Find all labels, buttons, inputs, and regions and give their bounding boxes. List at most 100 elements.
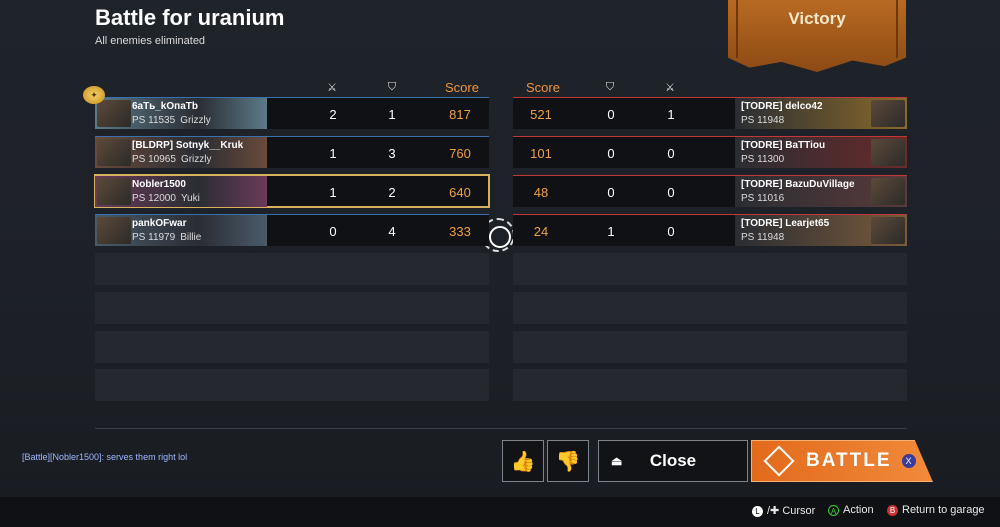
battle-title: Battle for uranium bbox=[95, 5, 285, 30]
player-ps: PS 11300 bbox=[741, 154, 785, 165]
return-hint[interactable]: B Return to garage bbox=[887, 504, 985, 516]
chat-message: [Battle][Nobler1500]: serves them right … bbox=[22, 452, 188, 462]
divider bbox=[95, 428, 907, 429]
battle-label: BATTLE bbox=[806, 450, 892, 471]
empty-row bbox=[95, 331, 489, 363]
kills-value: 1 bbox=[607, 224, 615, 239]
score-header: Score bbox=[445, 80, 479, 95]
player-avatar bbox=[871, 217, 905, 244]
b-button-icon: B bbox=[887, 504, 898, 516]
battle-results-screen: Battle for uranium All enemies eliminate… bbox=[0, 0, 1000, 527]
player-avatar bbox=[871, 100, 905, 127]
score-value: 333 bbox=[449, 224, 471, 239]
player-row[interactable]: Nobler1500 PS 12000 Yuki 1 2 640 bbox=[94, 174, 490, 208]
score-value: 48 bbox=[533, 185, 549, 200]
player-row[interactable]: ✦ 6аТь_kОпаТb PS 11535 Grizzly 2 1 817 bbox=[83, 86, 489, 129]
player-info: PS 11948 bbox=[741, 232, 784, 243]
player-info: PS 11300 bbox=[741, 154, 784, 165]
score-value: 24 bbox=[533, 224, 549, 239]
shield-icon: ⛉ bbox=[605, 81, 615, 93]
empty-row bbox=[513, 331, 907, 363]
x-button-icon: X bbox=[901, 454, 916, 468]
assists-value: 2 bbox=[388, 185, 396, 200]
kills-value: 1 bbox=[329, 185, 337, 200]
player-avatar bbox=[871, 178, 905, 205]
left-team-header: ⚔ ⛉ Score bbox=[95, 80, 489, 96]
player-row[interactable]: [BLDRP] Sotnyk__Kruk PS 10965 Grizzly 1 3 760 bbox=[95, 136, 489, 168]
player-avatar bbox=[97, 100, 131, 127]
score-value: 101 bbox=[530, 146, 552, 161]
player-info: PS 11016 bbox=[741, 193, 784, 204]
empty-row bbox=[513, 292, 907, 324]
player-ps: PS 10965 bbox=[132, 154, 176, 165]
player-info: PS 11948 bbox=[741, 115, 784, 126]
player-name: [BLDRP] Sotnyk__Kruk bbox=[132, 140, 244, 151]
score-header: Score bbox=[526, 80, 560, 95]
empty-row bbox=[513, 369, 907, 401]
kills-value: 0 bbox=[607, 146, 615, 161]
player-name: [TODRE] Learjet65 bbox=[741, 218, 830, 229]
assists-value: 3 bbox=[388, 146, 396, 161]
like-button[interactable]: 👍 bbox=[502, 440, 544, 482]
cursor-hint: L/✚ Cursor bbox=[752, 504, 815, 517]
assists-value: 0 bbox=[667, 146, 675, 161]
player-ps: PS 11016 bbox=[741, 193, 785, 204]
battle-button[interactable]: BATTLE X bbox=[751, 440, 933, 482]
player-info: PS 10965 Grizzly bbox=[132, 154, 212, 165]
player-row[interactable]: [TODRE] delco42 PS 11948 0 1 521 bbox=[513, 97, 907, 129]
player-info: PS 11535 Grizzly bbox=[132, 115, 211, 126]
rank-emblem-icon: ✦ bbox=[83, 86, 105, 104]
empty-row bbox=[95, 292, 489, 324]
kills-value: 1 bbox=[329, 146, 337, 161]
victory-banner: Victory bbox=[728, 0, 906, 72]
player-name: [TODRE] BazuDuVillage bbox=[741, 179, 855, 190]
close-icon: ⏏ bbox=[611, 454, 623, 468]
action-hint[interactable]: A Action bbox=[828, 504, 874, 516]
assists-value: 1 bbox=[388, 107, 396, 122]
player-row[interactable]: [TODRE] Learjet65 PS 11948 1 0 24 bbox=[513, 214, 907, 246]
player-ps: PS 11948 bbox=[741, 115, 785, 126]
assists-value: 0 bbox=[667, 185, 675, 200]
player-avatar bbox=[97, 139, 131, 166]
score-value: 760 bbox=[449, 146, 471, 161]
vehicle-name: Grizzly bbox=[180, 115, 211, 126]
assists-value: 1 bbox=[667, 107, 675, 122]
right-team-header: Score ⛉ ⚔ bbox=[513, 80, 907, 96]
vehicle-name: Billie bbox=[180, 232, 202, 243]
player-name: 6аТь_kОпаТb bbox=[132, 101, 198, 112]
player-ps: PS 12000 bbox=[132, 193, 176, 204]
thumbs-up-icon: 👍 bbox=[510, 450, 536, 473]
player-info: PS 12000 Yuki bbox=[132, 193, 200, 204]
player-name: Nobler1500 bbox=[132, 179, 186, 190]
player-avatar bbox=[97, 178, 131, 205]
player-info: PS 11979 Billie bbox=[132, 232, 201, 243]
thumbs-down-icon: 👎 bbox=[555, 450, 581, 473]
player-row[interactable]: pankOFwar PS 11979 Billie 0 4 333 bbox=[95, 214, 489, 246]
player-row[interactable]: [TODRE] BazuDuVillage PS 11016 0 0 48 bbox=[513, 175, 907, 207]
vehicle-name: Yuki bbox=[180, 193, 200, 204]
player-ps: PS 11979 bbox=[132, 232, 176, 243]
battle-icon bbox=[763, 445, 795, 477]
kills-value: 0 bbox=[329, 224, 337, 239]
kills-icon: ⚔ bbox=[327, 82, 337, 94]
footer-hints: L/✚ Cursor A Action B Return to garage bbox=[0, 497, 1000, 527]
empty-row bbox=[513, 253, 907, 285]
kills-value: 2 bbox=[329, 107, 337, 122]
shield-icon: ⛉ bbox=[387, 81, 397, 93]
vehicle-name: Grizzly bbox=[180, 154, 212, 165]
player-row[interactable]: [TODRE] BaTTiou PS 11300 0 0 101 bbox=[513, 136, 907, 168]
close-button[interactable]: ⏏ Close bbox=[598, 440, 748, 482]
battle-subtitle: All enemies eliminated bbox=[95, 35, 206, 47]
empty-row bbox=[95, 253, 489, 285]
score-value: 817 bbox=[449, 107, 471, 122]
close-label: Close bbox=[649, 451, 697, 470]
empty-row bbox=[95, 369, 489, 401]
kills-icon: ⚔ bbox=[665, 82, 675, 94]
assists-value: 0 bbox=[667, 224, 675, 239]
dislike-button[interactable]: 👎 bbox=[547, 440, 589, 482]
player-name: [TODRE] delco42 bbox=[741, 101, 823, 112]
a-button-icon: A bbox=[828, 504, 839, 516]
player-avatar bbox=[97, 217, 131, 244]
assists-value: 4 bbox=[388, 224, 396, 239]
score-value: 640 bbox=[449, 185, 471, 200]
